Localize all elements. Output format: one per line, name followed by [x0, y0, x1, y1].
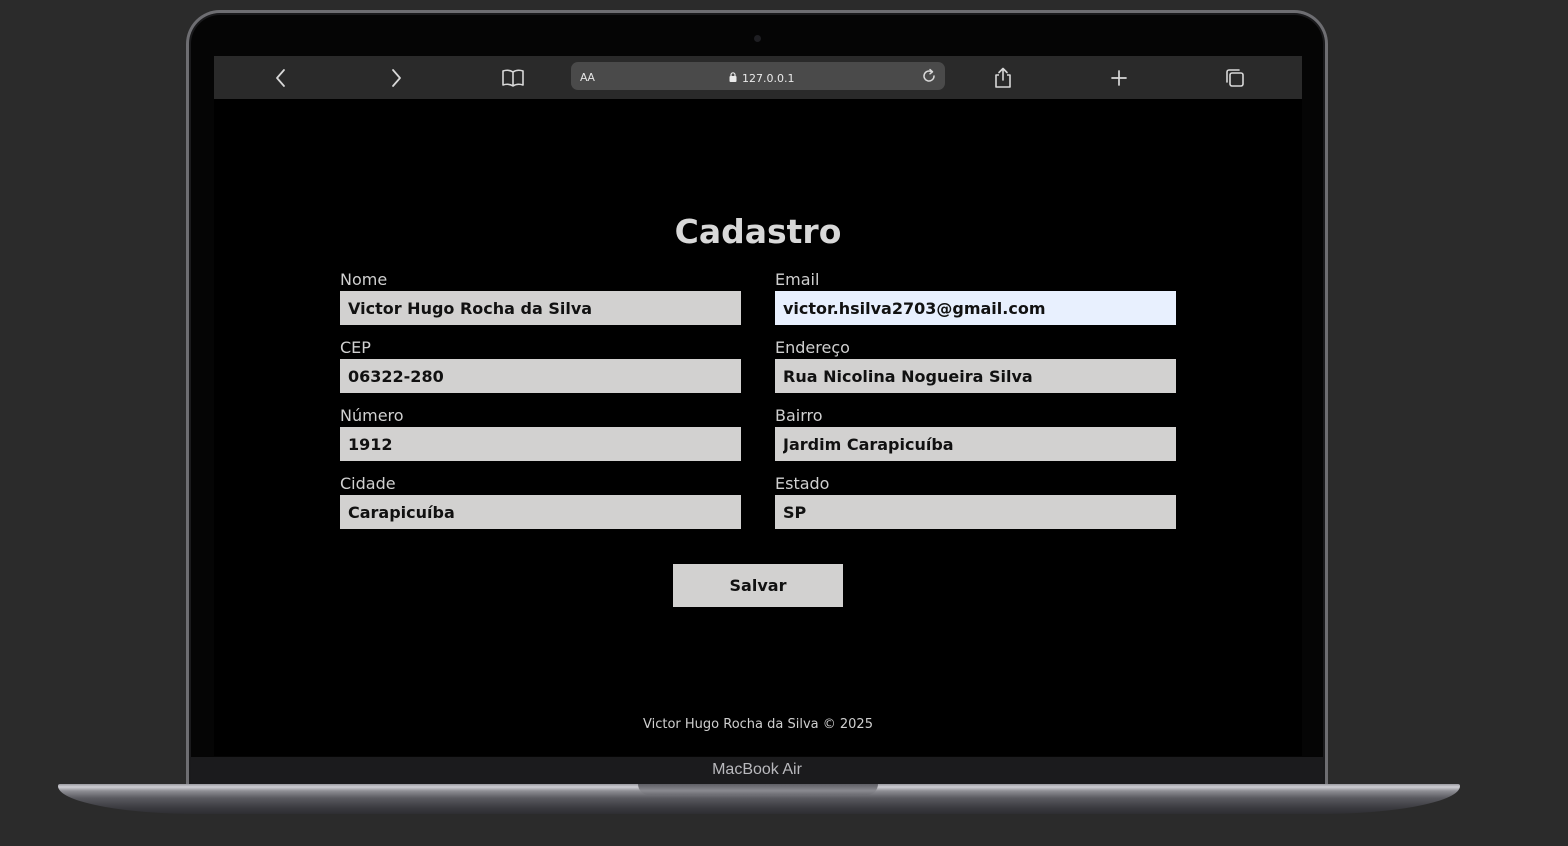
device-label: MacBook Air: [712, 761, 802, 778]
field-endereco: Endereço: [775, 337, 1176, 393]
estado-label: Estado: [775, 474, 830, 493]
laptop-chin: MacBook Air: [191, 757, 1323, 785]
footer-text: Victor Hugo Rocha da Silva © 2025: [643, 717, 873, 732]
url-text: 127.0.0.1: [742, 71, 795, 85]
numero-input[interactable]: [340, 427, 741, 461]
page-title: Cadastro: [674, 212, 842, 251]
cep-input[interactable]: [340, 359, 741, 393]
chevron-left-icon[interactable]: [268, 65, 294, 91]
field-email: Email: [775, 269, 1176, 325]
url-display[interactable]: 127.0.0.1: [729, 69, 794, 87]
laptop-notch: [638, 784, 878, 795]
nome-input[interactable]: [340, 291, 741, 325]
field-estado: Estado: [775, 473, 1176, 529]
field-nome: Nome: [340, 269, 741, 325]
book-icon[interactable]: [500, 65, 526, 91]
cidade-input[interactable]: [340, 495, 741, 529]
estado-input[interactable]: [775, 495, 1176, 529]
field-numero: Número: [340, 405, 741, 461]
field-bairro: Bairro: [775, 405, 1176, 461]
chevron-right-icon[interactable]: [383, 65, 409, 91]
nome-label: Nome: [340, 270, 388, 289]
field-cep: CEP: [340, 337, 741, 393]
tabs-icon[interactable]: [1222, 65, 1248, 91]
screen: AA 127.0.0.1 Cadastro Nome Victor Hugo R…: [214, 56, 1302, 756]
numero-label: Número: [340, 406, 404, 425]
endereco-label: Endereço: [775, 338, 850, 357]
cidade-label: Cidade: [340, 474, 396, 493]
share-icon[interactable]: [990, 65, 1016, 91]
bairro-label: Bairro: [775, 406, 823, 425]
browser-toolbar: AA 127.0.0.1: [214, 56, 1302, 99]
save-button[interactable]: Salvar: [673, 564, 843, 607]
cep-label: CEP: [340, 338, 371, 357]
text-size-button[interactable]: AA: [580, 71, 595, 84]
bairro-input[interactable]: [775, 427, 1176, 461]
plus-icon[interactable]: [1106, 65, 1132, 91]
endereco-input[interactable]: [775, 359, 1176, 393]
address-bar[interactable]: AA 127.0.0.1: [571, 62, 945, 90]
field-cidade: Cidade: [340, 473, 741, 529]
camera-icon: [754, 35, 761, 42]
lock-icon: [729, 69, 737, 87]
stage: AA 127.0.0.1 Cadastro Nome Victor Hugo R…: [0, 0, 1568, 846]
email-label: Email: [775, 270, 820, 289]
reload-icon[interactable]: [919, 66, 939, 86]
email-input[interactable]: [775, 291, 1176, 325]
